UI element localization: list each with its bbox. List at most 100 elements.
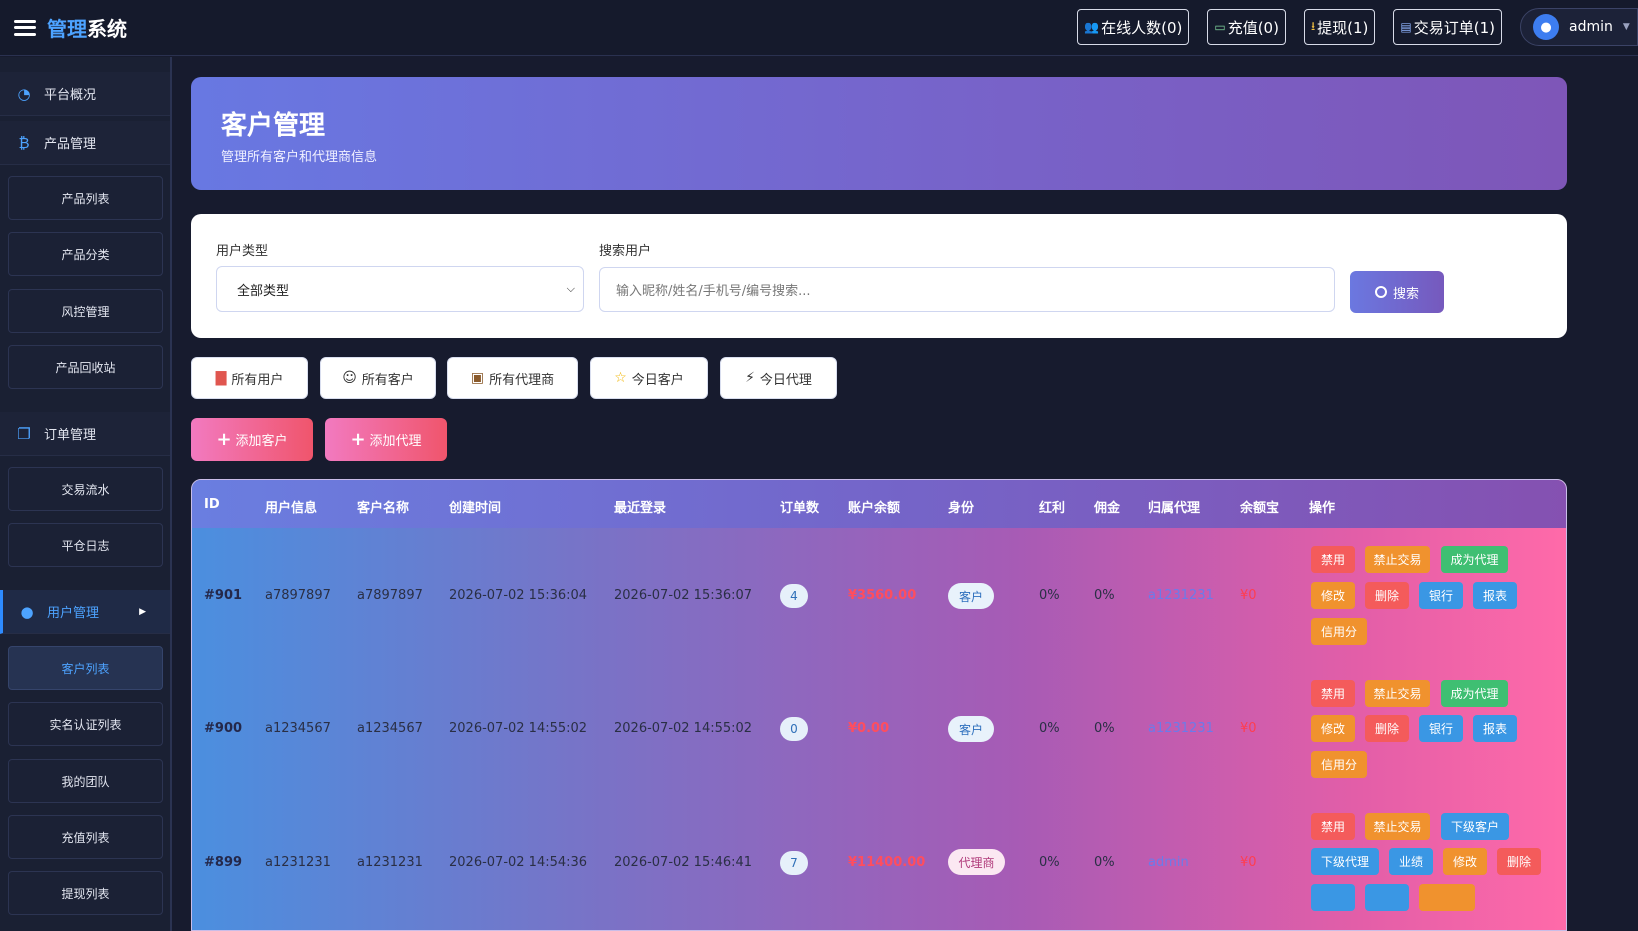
cell-id: #899 [204,855,243,870]
orders-button[interactable]: ▤ 交易订单(1) [1393,9,1502,45]
edit-button[interactable]: 修改 [1311,582,1355,609]
make-agent-button[interactable]: 成为代理 [1441,680,1508,707]
all-users-label: 所有用户 [231,372,284,388]
role-badge: 代理商 [948,849,1005,875]
credit-score-button[interactable]: 信用分 [1311,618,1367,645]
more-op-button[interactable] [1419,884,1475,911]
credit-card-icon: ▭ [1214,20,1226,34]
cell-id: #901 [204,588,243,603]
order-count-badge: 7 [780,851,808,875]
delete-button[interactable]: 删除 [1365,582,1409,609]
sidebar-item-product-mgmt[interactable]: ₿ 产品管理 [0,121,170,165]
search-input[interactable]: 输入昵称/姓名/手机号/编号搜索... [599,267,1335,312]
avatar: ● [1533,14,1559,40]
briefcase-icon: ▣ [470,370,485,386]
sidebar-subitem-my-team[interactable]: 我的团队 [8,759,163,803]
ban-trade-button[interactable]: 禁止交易 [1365,680,1430,707]
disable-button[interactable]: 禁用 [1311,680,1355,707]
disable-button[interactable]: 禁用 [1311,546,1355,573]
cell-created: 2026-07-02 14:55:02 [449,721,588,736]
page-title: 客户管理 [221,111,326,141]
today-customers-button[interactable]: ☆ 今日客户 [590,357,708,399]
cell-bonus: 0% [1039,588,1060,603]
admin-menu[interactable]: ● admin ▼ [1520,8,1638,46]
edit-button[interactable]: 修改 [1311,715,1355,742]
sidebar-subitem-product-category[interactable]: 产品分类 [8,232,163,276]
sidebar-subitem-trade-flow[interactable]: 交易流水 [8,467,163,511]
agent-link[interactable]: a1231231 [1148,721,1214,736]
online-users-button[interactable]: 👥 在线人数(0) [1077,9,1190,45]
orders-label: 交易订单(1) [1413,18,1495,37]
sub-customers-button[interactable]: 下级客户 [1441,813,1509,840]
add-customer-button[interactable]: + 添加客户 [191,418,313,461]
withdraw-button[interactable]: ⭳ 提现(1) [1303,9,1376,45]
more-op-button[interactable] [1311,884,1355,911]
sidebar-subitem-product-recycle[interactable]: 产品回收站 [8,345,163,389]
search-button-label: 搜索 [1392,286,1419,302]
col-commission: 佣金 [1094,501,1121,516]
today-customers-label: 今日客户 [631,372,684,388]
performance-button[interactable]: 业绩 [1389,848,1433,875]
make-agent-button[interactable]: 成为代理 [1441,546,1508,573]
col-agent: 归属代理 [1148,501,1201,516]
search-user-label: 搜索用户 [599,244,652,259]
cell-commission: 0% [1094,588,1115,603]
sidebar-item-label: 平台概况 [44,88,97,103]
ban-trade-button[interactable]: 禁止交易 [1365,546,1430,573]
bank-button[interactable]: 银行 [1419,582,1463,609]
all-agents-button[interactable]: ▣ 所有代理商 [447,357,578,399]
sidebar-subitem-customer-list[interactable]: 客户列表 [8,646,163,690]
cell-login: 2026-07-02 15:36:07 [614,588,753,603]
agent-link[interactable]: a1231231 [1148,588,1214,603]
all-users-button[interactable]: ▇ 所有用户 [191,357,308,399]
list-icon: ▤ [1400,20,1412,34]
report-button[interactable]: 报表 [1473,715,1517,742]
sidebar-subitem-close-log[interactable]: 平仓日志 [8,523,163,567]
delete-button[interactable]: 删除 [1365,715,1409,742]
role-badge: 客户 [948,716,994,742]
cell-id: #900 [204,721,243,736]
sidebar-item-user-mgmt[interactable]: ● 用户管理 ▶ [0,590,170,634]
agent-link[interactable]: admin [1148,855,1189,870]
menu-toggle-icon[interactable] [14,19,36,36]
sidebar-item-overview[interactable]: ◔ 平台概况 [0,72,170,116]
sidebar-subitem-realname-list[interactable]: 实名认证列表 [8,702,163,746]
delete-button[interactable]: 删除 [1497,848,1541,875]
all-customers-button[interactable]: ☺ 所有客户 [320,357,436,399]
sidebar: ◔ 平台概况 ₿ 产品管理 产品列表 产品分类 风控管理 产品回收站 ❐ 订单管理 交… [0,57,172,931]
recharge-button[interactable]: ▭ 充值(0) [1207,9,1286,45]
report-button[interactable]: 报表 [1473,582,1517,609]
today-agents-button[interactable]: ⚡ 今日代理 [720,357,837,399]
role-badge: 客户 [948,583,994,609]
sidebar-subitem-recharge-list[interactable]: 充值列表 [8,815,163,859]
cell-login: 2026-07-02 15:46:41 [614,855,753,870]
col-yuebao: 余额宝 [1240,501,1280,516]
cell-user: a1234567 [265,721,331,736]
sidebar-subitem-withdraw-list[interactable]: 提现列表 [8,871,163,915]
user-type-select[interactable]: 全部类型 ⌵ [216,266,584,312]
sidebar-subitem-product-list[interactable]: 产品列表 [8,176,163,220]
customer-table: ID 用户信息 客户名称 创建时间 最近登录 订单数 账户余额 身份 红利 佣金… [191,479,1567,931]
credit-score-button[interactable]: 信用分 [1311,751,1367,778]
add-agent-button[interactable]: + 添加代理 [325,418,447,461]
filter-panel: 用户类型 全部类型 ⌵ 搜索用户 输入昵称/姓名/手机号/编号搜索... 搜索 [191,214,1567,338]
ban-trade-button[interactable]: 禁止交易 [1365,813,1430,840]
bank-button[interactable]: 银行 [1419,715,1463,742]
search-button[interactable]: 搜索 [1350,271,1444,313]
cell-login: 2026-07-02 14:55:02 [614,721,753,736]
user-type-value: 全部类型 [237,283,290,299]
sub-agents-button[interactable]: 下级代理 [1311,848,1379,875]
sidebar-subitem-risk-mgmt[interactable]: 风控管理 [8,289,163,333]
cell-user: a1231231 [265,855,331,870]
sidebar-item-order-mgmt[interactable]: ❐ 订单管理 [0,412,170,456]
bitcoin-icon: ₿ [18,133,30,152]
page-subtitle: 管理所有客户和代理商信息 [221,150,378,165]
add-customer-label: 添加客户 [235,434,288,449]
lightning-icon: ⚡ [745,370,755,386]
more-op-button[interactable] [1365,884,1409,911]
table-header: ID 用户信息 客户名称 创建时间 最近登录 订单数 账户余额 身份 红利 佣金… [192,480,1566,528]
disable-button[interactable]: 禁用 [1311,813,1355,840]
brand-part1: 管理 [47,17,87,41]
cell-name: a7897897 [357,588,423,603]
edit-button[interactable]: 修改 [1443,848,1487,875]
